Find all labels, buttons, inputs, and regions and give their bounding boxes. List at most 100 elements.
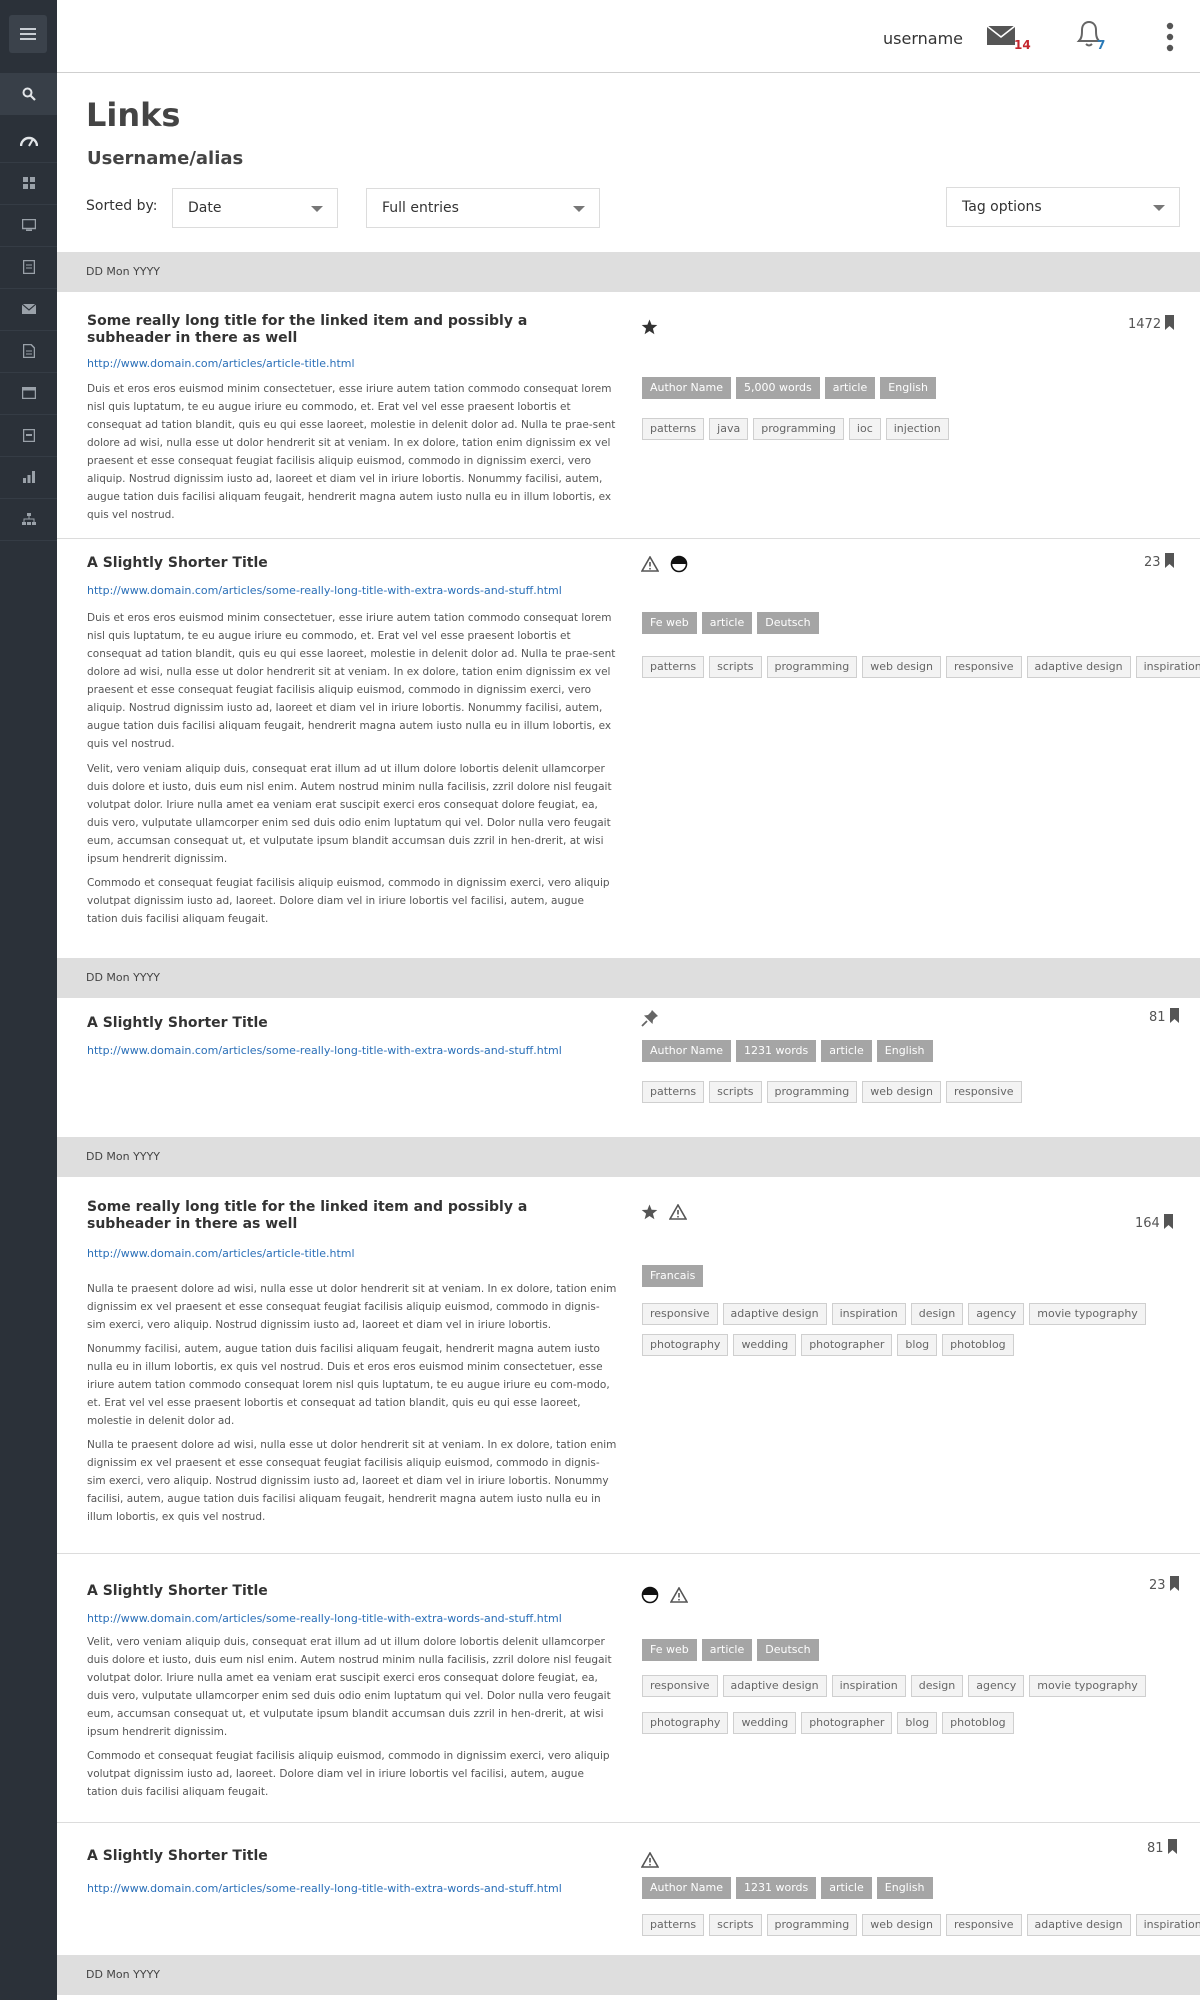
sort-select[interactable]: Date [172,188,338,228]
meta-tag[interactable]: 5,000 words [735,377,820,399]
entry-title[interactable]: A Slightly Shorter Title [87,1848,607,1865]
keyword-tag[interactable]: web design [862,1914,941,1936]
keyword-tag[interactable]: inspiration [831,1675,906,1697]
keyword-tag[interactable]: web design [862,656,941,678]
keyword-tag[interactable]: agency [968,1675,1025,1697]
keyword-tag[interactable]: programming [766,1914,858,1936]
meta-tag[interactable]: article [701,1639,753,1661]
warning-icon[interactable] [640,554,660,572]
keyword-tag[interactable]: adaptive design [1026,656,1131,678]
meta-tag[interactable]: English [880,377,936,399]
warning-icon[interactable] [669,1585,689,1603]
keyword-tag[interactable]: adaptive design [722,1675,827,1697]
keyword-tag[interactable]: patterns [642,1914,705,1936]
keyword-tag[interactable]: programming [766,656,858,678]
star-icon[interactable] [641,319,658,335]
meta-tag[interactable]: English [876,1877,933,1899]
meta-tag[interactable]: 1231 words [735,1877,817,1899]
search-icon[interactable] [0,73,57,115]
keyword-tag[interactable]: movie typography [1029,1675,1146,1697]
meta-tag[interactable]: article [824,377,876,399]
keyword-tag[interactable]: responsive [945,1914,1022,1936]
meta-tag[interactable]: Deutsch [757,1639,819,1661]
bookmark-icon[interactable] [1169,1576,1179,1591]
meta-tag[interactable]: Author Name [642,1040,731,1062]
entry-title[interactable]: Some really long title for the linked it… [87,1199,607,1233]
meta-tag[interactable]: Francais [642,1265,704,1287]
grid-icon[interactable] [0,162,57,205]
entry-title[interactable]: A Slightly Shorter Title [87,555,607,572]
page-icon[interactable] [0,246,57,289]
entry-title[interactable]: A Slightly Shorter Title [87,1583,607,1600]
meta-tag[interactable]: article [821,1877,872,1899]
entry-url[interactable]: http://www.domain.com/articles/some-real… [87,1044,562,1057]
keyword-tag[interactable]: agency [968,1303,1025,1325]
meta-tag[interactable]: Author Name [642,377,731,399]
bar-chart-icon[interactable] [0,456,57,499]
bookmark-icon[interactable] [1163,1214,1173,1229]
keyword-tag[interactable]: adaptive design [1026,1914,1131,1936]
keyword-tag[interactable]: wedding [733,1334,797,1356]
keyword-tag[interactable]: photographer [801,1334,893,1356]
entry-url[interactable]: http://www.domain.com/articles/some-real… [87,1882,562,1895]
keyword-tag[interactable]: wedding [733,1712,797,1734]
entry-url[interactable]: http://www.domain.com/articles/some-real… [87,1612,562,1625]
keyword-tag[interactable]: blog [897,1712,938,1734]
dashboard-icon[interactable] [0,120,57,163]
tag-options-select[interactable]: Tag options [946,187,1180,227]
entry-url[interactable]: http://www.domain.com/articles/article-t… [87,1247,355,1260]
keyword-tag[interactable]: responsive [642,1675,718,1697]
star-icon[interactable] [641,1204,658,1220]
entry-url[interactable]: http://www.domain.com/articles/some-real… [87,584,562,597]
keyword-tag[interactable]: patterns [642,418,705,440]
bookmark-icon[interactable] [1167,1839,1177,1854]
meta-tag[interactable]: article [701,612,753,634]
keyword-tag[interactable]: programming [766,1081,858,1103]
keyword-tag[interactable]: responsive [945,1081,1022,1103]
keyword-tag[interactable]: scripts [709,1081,762,1103]
keyword-tag[interactable]: design [910,1303,964,1325]
keyword-tag[interactable]: responsive [945,656,1022,678]
keyword-tag[interactable]: inspiration [831,1303,906,1325]
keyword-tag[interactable]: photoblog [942,1334,1014,1356]
keyword-tag[interactable]: design [910,1675,964,1697]
bookmark-icon[interactable] [1169,1008,1179,1023]
more-options-icon[interactable] [1160,20,1180,54]
keyword-tag[interactable]: movie typography [1029,1303,1146,1325]
keyword-tag[interactable]: inspiration [1135,656,1200,678]
entries-select[interactable]: Full entries [366,188,600,228]
keyword-tag[interactable]: scripts [709,1914,762,1936]
sitemap-icon[interactable] [0,498,57,541]
keyword-tag[interactable]: scripts [709,656,762,678]
bookmark-icon[interactable] [1165,315,1175,330]
entry-url[interactable]: http://www.domain.com/articles/article-t… [87,357,355,370]
keyword-tag[interactable]: adaptive design [722,1303,827,1325]
meta-tag[interactable]: Fe web [642,612,697,634]
menu-icon[interactable] [9,15,47,53]
username[interactable]: username [883,29,963,48]
keyword-tag[interactable]: photography [642,1712,729,1734]
keyword-tag[interactable]: web design [862,1081,941,1103]
keyword-tag[interactable]: java [709,418,749,440]
keyword-tag[interactable]: ioc [848,418,881,440]
keyword-tag[interactable]: photoblog [942,1712,1014,1734]
browser-window-icon[interactable] [0,372,57,415]
keyword-tag[interactable]: patterns [642,656,705,678]
keyword-tag[interactable]: programming [753,418,844,440]
meta-tag[interactable]: English [876,1040,933,1062]
mail-icon[interactable] [0,288,57,331]
pin-icon[interactable] [641,1009,659,1027]
monitor-icon[interactable] [0,204,57,247]
keyword-tag[interactable]: patterns [642,1081,705,1103]
keyword-tag[interactable]: injection [885,418,949,440]
warning-icon[interactable] [640,1850,660,1868]
meta-tag[interactable]: article [821,1040,872,1062]
keyword-tag[interactable]: photography [642,1334,729,1356]
warning-icon[interactable] [668,1202,688,1220]
half-circle-icon[interactable] [641,1586,659,1604]
meta-tag[interactable]: Fe web [642,1639,697,1661]
document-icon[interactable] [0,330,57,373]
archive-box-icon[interactable] [0,414,57,457]
half-circle-icon[interactable] [670,555,688,573]
keyword-tag[interactable]: photographer [801,1712,893,1734]
